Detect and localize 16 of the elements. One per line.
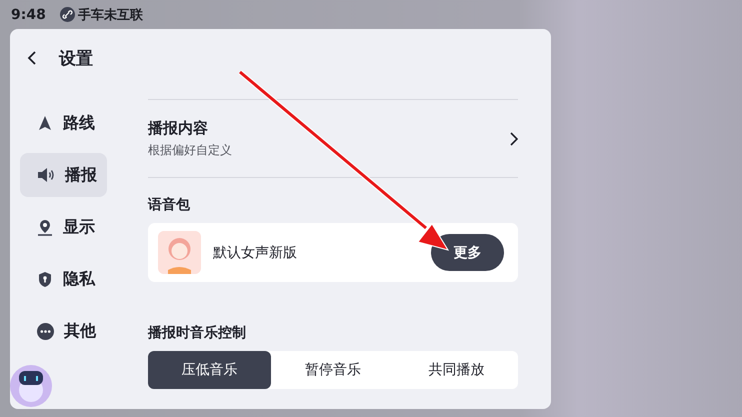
voice-pack-name: 默认女声新版 [213,244,298,262]
sidebar-item[interactable]: 路线 [20,101,107,145]
segment-option[interactable]: 暂停音乐 [271,351,395,389]
status-time: 9:48 [11,6,46,22]
section-heading: 播报时音乐控制 [148,324,247,342]
connection-status: 手车未互联 [78,6,143,24]
broadcast-content-row[interactable]: 播报内容 根据偏好自定义 [148,100,518,177]
sidebar-item[interactable]: 显示 [20,205,107,249]
more-button[interactable]: 更多 [431,234,504,271]
settings-title: 设置 [59,48,93,70]
sidebar-item[interactable]: 播报 [20,153,107,197]
segment-option[interactable]: 共同播放 [394,351,518,389]
sidebar-item[interactable]: 隐私 [20,257,107,301]
section-heading: 语音包 [148,196,191,214]
segment-option[interactable]: 压低音乐 [148,351,272,389]
sidebar-item[interactable]: 其他 [20,309,107,353]
